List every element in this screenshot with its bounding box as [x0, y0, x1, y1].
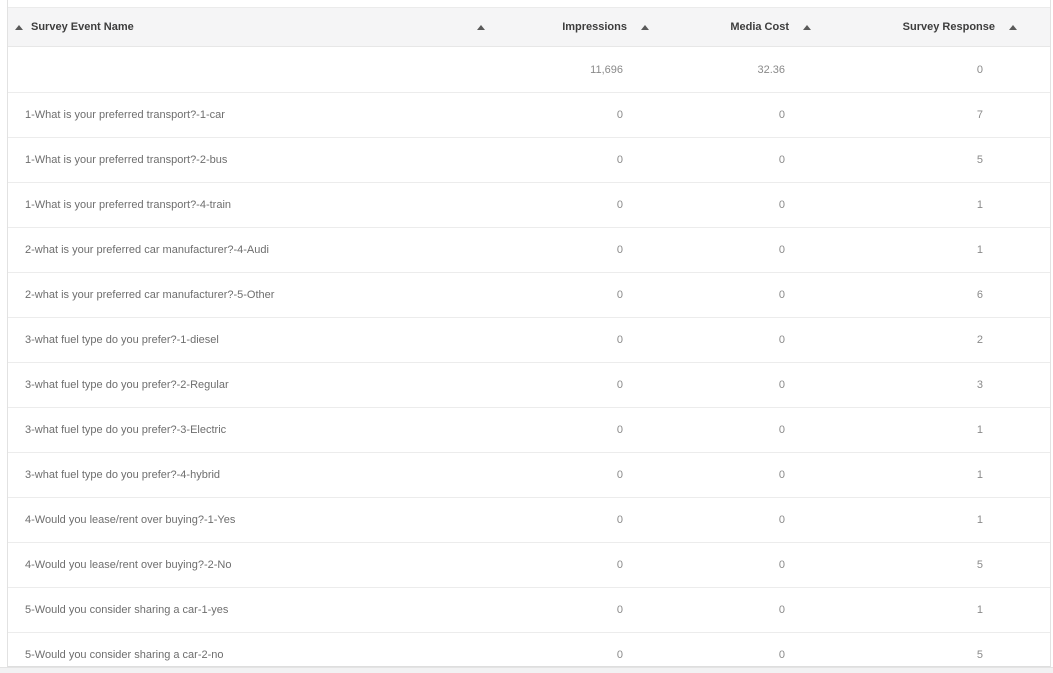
sort-caret-icon[interactable] — [477, 25, 485, 30]
table-row: 1-What is your preferred transport?-2-bu… — [8, 138, 1050, 183]
cell-survey-response: 5 — [822, 633, 1050, 667]
table-bottom-bar — [0, 667, 1053, 673]
cell-impressions: 0 — [495, 408, 660, 452]
table-row: 3-what fuel type do you prefer?-2-Regula… — [8, 363, 1050, 408]
cell-survey-event-name: 3-what fuel type do you prefer?-4-hybrid — [8, 453, 495, 497]
column-header-label: Survey Event Name — [31, 21, 134, 33]
cell-survey-response: 1 — [822, 408, 1050, 452]
table-row: 1-What is your preferred transport?-1-ca… — [8, 93, 1050, 138]
cell-impressions: 0 — [495, 498, 660, 542]
table-summary-row: 11,69632.360 — [8, 47, 1050, 93]
cell-impressions: 0 — [495, 318, 660, 362]
cell-survey-response: 7 — [822, 93, 1050, 137]
column-header-survey-response[interactable]: Survey Response — [822, 8, 1050, 46]
cell-impressions: 0 — [495, 363, 660, 407]
cell-survey-event-name: 4-Would you lease/rent over buying?-1-Ye… — [8, 498, 495, 542]
table-row: 4-Would you lease/rent over buying?-1-Ye… — [8, 498, 1050, 543]
cell-media-cost: 0 — [660, 138, 822, 182]
cell-survey-event-name: 5-Would you consider sharing a car-1-yes — [8, 588, 495, 632]
table-row: 1-What is your preferred transport?-4-tr… — [8, 183, 1050, 228]
table-row: 5-Would you consider sharing a car-1-yes… — [8, 588, 1050, 633]
cell-survey-event-name: 5-Would you consider sharing a car-2-no — [8, 633, 495, 667]
cell-impressions: 0 — [495, 228, 660, 272]
column-header-media-cost[interactable]: Media Cost — [660, 8, 822, 46]
column-header-label: Survey Response — [903, 21, 995, 33]
cell-media-cost: 32.36 — [660, 47, 822, 92]
cell-survey-event-name: 1-What is your preferred transport?-1-ca… — [8, 93, 495, 137]
cell-survey-response: 0 — [822, 47, 1050, 92]
sort-caret-icon[interactable] — [803, 25, 811, 30]
cell-media-cost: 0 — [660, 453, 822, 497]
cell-impressions: 0 — [495, 588, 660, 632]
sort-ascending-icon[interactable] — [15, 25, 23, 30]
table-row: 2-what is your preferred car manufacture… — [8, 228, 1050, 273]
table-top-divider — [8, 0, 1050, 8]
cell-media-cost: 0 — [660, 228, 822, 272]
cell-survey-event-name: 1-What is your preferred transport?-2-bu… — [8, 138, 495, 182]
cell-survey-response: 1 — [822, 183, 1050, 227]
cell-survey-event-name: 2-what is your preferred car manufacture… — [8, 228, 495, 272]
cell-survey-response: 5 — [822, 138, 1050, 182]
table-row: 3-what fuel type do you prefer?-3-Electr… — [8, 408, 1050, 453]
cell-media-cost: 0 — [660, 498, 822, 542]
cell-survey-event-name: 3-what fuel type do you prefer?-2-Regula… — [8, 363, 495, 407]
column-header-survey-event-name[interactable]: Survey Event Name — [8, 8, 495, 46]
cell-media-cost: 0 — [660, 93, 822, 137]
cell-survey-response: 6 — [822, 273, 1050, 317]
cell-survey-event-name: 1-What is your preferred transport?-4-tr… — [8, 183, 495, 227]
cell-impressions: 0 — [495, 273, 660, 317]
table-row: 5-Would you consider sharing a car-2-no0… — [8, 633, 1050, 667]
cell-survey-response: 1 — [822, 228, 1050, 272]
column-header-label: Media Cost — [730, 21, 789, 33]
cell-survey-event-name: 4-Would you lease/rent over buying?-2-No — [8, 543, 495, 587]
cell-media-cost: 0 — [660, 543, 822, 587]
cell-impressions: 0 — [495, 633, 660, 667]
cell-media-cost: 0 — [660, 273, 822, 317]
table-row: 3-what fuel type do you prefer?-1-diesel… — [8, 318, 1050, 363]
cell-impressions: 0 — [495, 543, 660, 587]
cell-media-cost: 0 — [660, 318, 822, 362]
cell-survey-response: 5 — [822, 543, 1050, 587]
cell-impressions: 0 — [495, 453, 660, 497]
cell-media-cost: 0 — [660, 633, 822, 667]
cell-media-cost: 0 — [660, 183, 822, 227]
cell-survey-event-name: 3-what fuel type do you prefer?-3-Electr… — [8, 408, 495, 452]
table-body: 11,69632.3601-What is your preferred tra… — [8, 47, 1050, 667]
cell-impressions: 0 — [495, 138, 660, 182]
table-row: 3-what fuel type do you prefer?-4-hybrid… — [8, 453, 1050, 498]
table-header-row: Survey Event Name Impressions Media Cost Su… — [8, 8, 1050, 47]
cell-media-cost: 0 — [660, 588, 822, 632]
cell-impressions: 11,696 — [495, 47, 660, 92]
cell-survey-event-name: 2-what is your preferred car manufacture… — [8, 273, 495, 317]
sort-caret-icon[interactable] — [641, 25, 649, 30]
cell-survey-event-name — [8, 47, 495, 92]
table-row: 2-what is your preferred car manufacture… — [8, 273, 1050, 318]
column-header-impressions[interactable]: Impressions — [495, 8, 660, 46]
sort-caret-icon[interactable] — [1009, 25, 1017, 30]
report-page: Survey Event Name Impressions Media Cost Su… — [0, 0, 1053, 673]
cell-impressions: 0 — [495, 93, 660, 137]
cell-survey-response: 3 — [822, 363, 1050, 407]
cell-survey-response: 1 — [822, 588, 1050, 632]
column-header-label: Impressions — [562, 21, 627, 33]
cell-impressions: 0 — [495, 183, 660, 227]
survey-report-table: Survey Event Name Impressions Media Cost Su… — [7, 0, 1051, 667]
table-row: 4-Would you lease/rent over buying?-2-No… — [8, 543, 1050, 588]
cell-survey-response: 1 — [822, 498, 1050, 542]
cell-media-cost: 0 — [660, 408, 822, 452]
cell-survey-event-name: 3-what fuel type do you prefer?-1-diesel — [8, 318, 495, 362]
cell-media-cost: 0 — [660, 363, 822, 407]
cell-survey-response: 1 — [822, 453, 1050, 497]
cell-survey-response: 2 — [822, 318, 1050, 362]
